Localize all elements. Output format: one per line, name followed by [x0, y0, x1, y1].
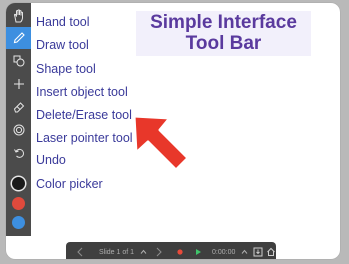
caret-up-icon — [241, 249, 248, 254]
chevron-left-icon — [77, 247, 83, 257]
presentation-timer[interactable]: 0:00:00 — [212, 242, 235, 259]
chevron-right-icon — [156, 247, 162, 257]
play-icon — [196, 249, 201, 255]
draw-tool-button[interactable] — [6, 27, 31, 49]
tool-label-shape: Shape tool — [36, 62, 96, 76]
pencil-icon — [13, 32, 25, 44]
slide-indicator[interactable]: Slide 1 of 1 — [99, 242, 134, 259]
next-slide-button[interactable] — [155, 242, 163, 259]
shapes-icon — [13, 55, 24, 67]
laser-pointer-tool-button[interactable] — [6, 119, 31, 141]
delete-erase-tool-button[interactable] — [6, 96, 31, 118]
tool-label-draw: Draw tool — [36, 38, 89, 52]
color-swatch-red[interactable] — [12, 197, 25, 210]
pointer-arrow-icon — [132, 114, 190, 172]
title-line-2: Tool Bar — [185, 33, 262, 54]
tool-label-laser-pointer: Laser pointer tool — [36, 131, 133, 145]
title-line-1: Simple Interface — [150, 12, 297, 33]
home-icon — [267, 247, 275, 256]
undo-button[interactable] — [6, 142, 31, 164]
eraser-icon — [13, 102, 24, 113]
play-button[interactable] — [194, 242, 202, 259]
shape-tool-button[interactable] — [6, 50, 31, 72]
color-swatch-blue[interactable] — [12, 216, 25, 229]
insert-object-tool-button[interactable] — [6, 73, 31, 95]
slide-menu-caret[interactable] — [140, 242, 147, 259]
tool-label-undo: Undo — [36, 153, 66, 167]
tool-label-hand: Hand tool — [36, 15, 90, 29]
record-icon — [177, 249, 183, 255]
app-window: Hand tool Draw tool Shape tool Insert ob… — [6, 3, 340, 259]
slide-control-bar: Slide 1 of 1 0:00:00 — [66, 242, 276, 259]
caret-up-icon — [140, 249, 147, 254]
undo-icon — [13, 148, 24, 158]
hand-icon — [13, 9, 23, 23]
page-title: Simple Interface Tool Bar — [136, 11, 311, 56]
tool-label-insert-object: Insert object tool — [36, 85, 128, 99]
download-box-icon — [253, 247, 263, 257]
plus-icon — [13, 79, 24, 89]
timer-menu-caret[interactable] — [241, 242, 248, 259]
home-button[interactable] — [266, 242, 276, 259]
laser-pointer-icon — [13, 124, 24, 136]
hand-tool-button[interactable] — [6, 5, 31, 27]
tool-label-delete-erase: Delete/Erase tool — [36, 108, 132, 122]
previous-slide-button[interactable] — [76, 242, 84, 259]
tool-label-color-picker: Color picker — [36, 177, 103, 191]
left-toolbar — [6, 3, 31, 236]
record-button[interactable] — [176, 242, 184, 259]
download-button[interactable] — [253, 242, 263, 259]
color-swatch-black[interactable] — [12, 177, 25, 190]
